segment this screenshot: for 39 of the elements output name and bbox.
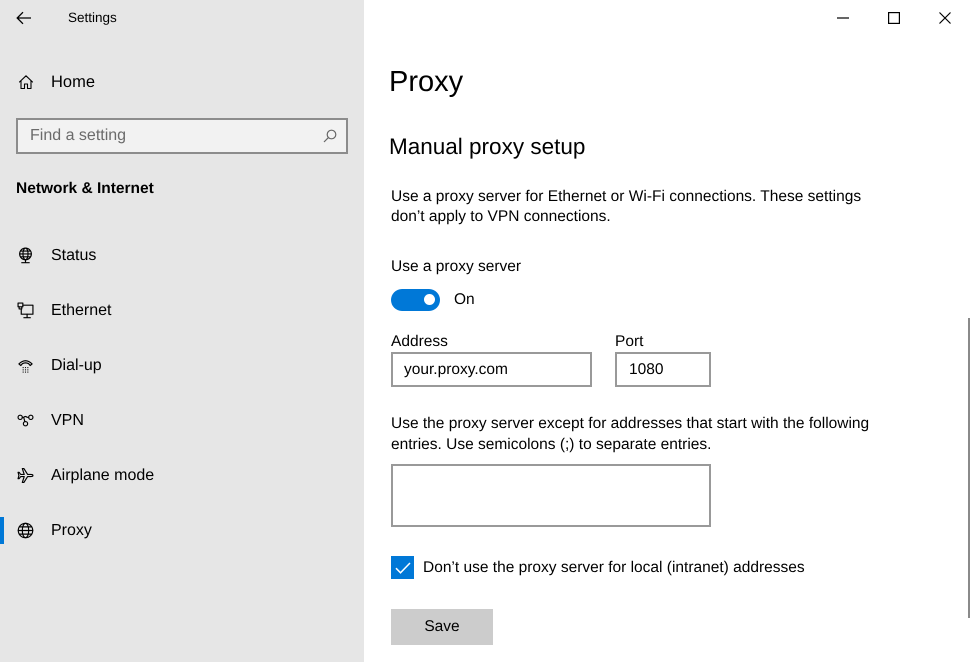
toggle-label: Use a proxy server (391, 257, 522, 277)
back-arrow-icon (16, 11, 32, 25)
close-icon (938, 12, 950, 24)
monitor-icon (17, 302, 34, 319)
linked-circles-icon (17, 412, 34, 429)
home-link[interactable]: Home (0, 62, 364, 102)
page-title: Proxy (389, 65, 464, 100)
sidebar-item[interactable]: Dial-up (0, 338, 364, 393)
toggle-state-text: On (454, 290, 475, 310)
description-text: Use a proxy server for Ethernet or Wi-Fi connections. These settings don’t apply to VPN connections. (391, 187, 862, 227)
sidebar-item[interactable]: VPN (0, 393, 364, 448)
section-heading: Manual proxy setup (389, 133, 586, 161)
sidebar-item[interactable]: Status (0, 228, 364, 283)
sidebar-item[interactable]: Proxy (0, 503, 364, 558)
port-label: Port (615, 332, 644, 352)
proxy-toggle[interactable] (391, 288, 440, 311)
exceptions-field[interactable] (391, 464, 711, 528)
checkbox-label: Don’t use the proxy server for local (intranet) addresses (423, 558, 805, 578)
globe-icon (17, 522, 34, 539)
home-icon (18, 74, 34, 90)
minimize-icon (836, 17, 848, 19)
airplane-icon (17, 467, 34, 484)
maximize-icon (888, 12, 900, 24)
search-field[interactable]: Find a setting (16, 118, 348, 154)
section-title: Network & Internet (15, 179, 155, 199)
address-label: Address (391, 332, 449, 352)
sidebar-item[interactable]: Airplane mode (0, 448, 364, 503)
sidebar-item[interactable]: Ethernet (0, 283, 364, 338)
exceptions-description: Use the proxy server except for addresses that start with the following entries. Use semicolons (;) to separate entries. (391, 414, 870, 456)
globe-monitor-icon (17, 247, 34, 264)
port-field[interactable]: 1080 (615, 352, 711, 388)
checkbox[interactable] (391, 556, 414, 580)
address-field[interactable]: your.proxy.com (391, 352, 592, 388)
save-button[interactable]: Save (391, 608, 493, 644)
checkmark-icon (394, 562, 410, 574)
phone-icon (17, 357, 34, 374)
window-title: Settings (68, 8, 117, 27)
search-icon (323, 129, 337, 143)
scrollbar[interactable] (968, 318, 970, 618)
